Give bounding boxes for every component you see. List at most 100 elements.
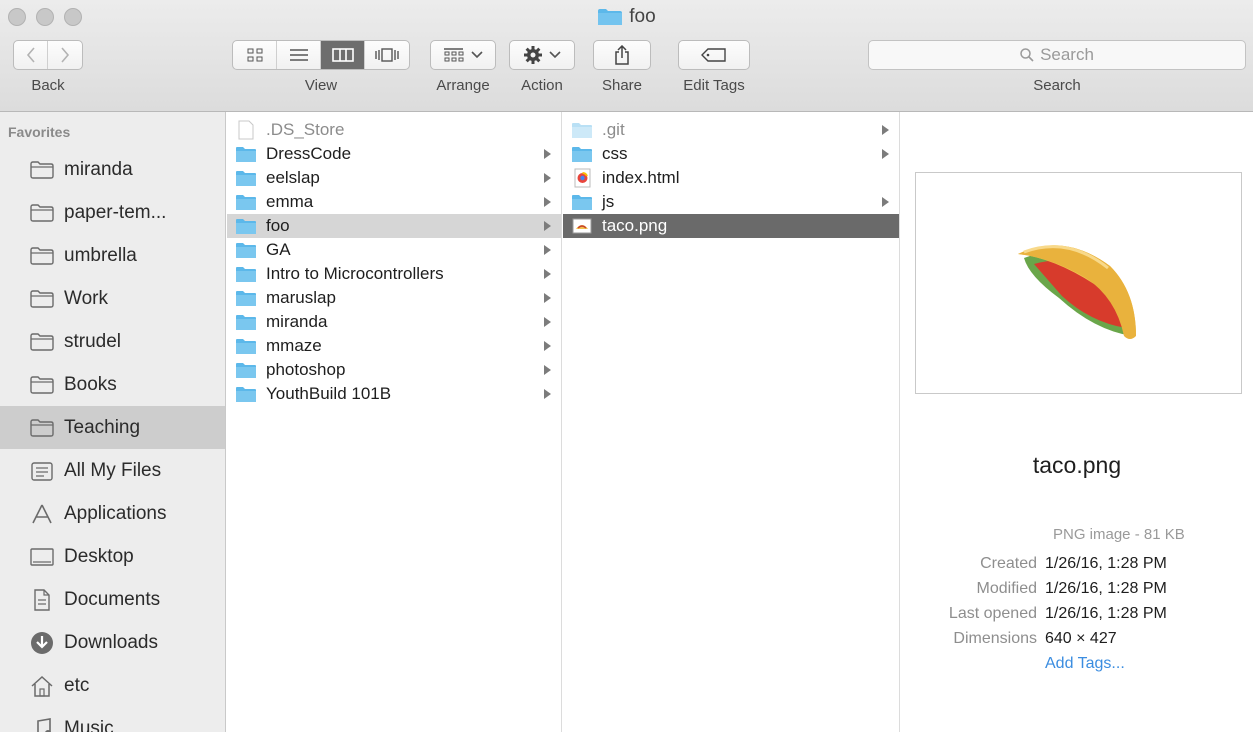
file-name: emma bbox=[266, 192, 314, 211]
file-row[interactable]: Intro to Microcontrollers bbox=[227, 262, 561, 286]
metadata-value: 1/26/16, 1:28 PM bbox=[1045, 604, 1167, 622]
add-tags-link[interactable]: Add Tags... bbox=[1045, 655, 1125, 673]
sidebar-item-strudel[interactable]: strudel bbox=[0, 320, 225, 363]
sidebar-heading-favorites: Favorites bbox=[8, 124, 71, 140]
share-button[interactable] bbox=[594, 41, 650, 69]
applications-icon bbox=[30, 503, 54, 525]
metadata-row: Last opened 1/26/16, 1:28 PM bbox=[901, 601, 1253, 626]
disclosure-arrow-icon bbox=[544, 341, 551, 351]
share-label: Share bbox=[601, 77, 643, 94]
sidebar-item-umbrella[interactable]: umbrella bbox=[0, 234, 225, 277]
file-name: Intro to Microcontrollers bbox=[266, 264, 444, 283]
html-file-icon bbox=[571, 168, 593, 188]
file-row[interactable]: miranda bbox=[227, 310, 561, 334]
file-row[interactable]: YouthBuild 101B bbox=[227, 382, 561, 406]
sidebar-item-label: Desktop bbox=[64, 545, 134, 567]
arrange-group: Arrange bbox=[430, 40, 496, 94]
cover-flow-view-button[interactable] bbox=[365, 41, 409, 69]
sidebar-item-downloads[interactable]: Downloads bbox=[0, 621, 225, 664]
file-row[interactable]: GA bbox=[227, 238, 561, 262]
arrange-control bbox=[430, 40, 496, 70]
disclosure-arrow-icon bbox=[544, 317, 551, 327]
file-row[interactable]: photoshop bbox=[227, 358, 561, 382]
sidebar-item-label: Documents bbox=[64, 588, 161, 610]
folder-icon bbox=[30, 160, 54, 179]
forward-button[interactable] bbox=[48, 41, 82, 69]
column-view-button[interactable] bbox=[321, 41, 365, 69]
file-name: js bbox=[602, 192, 615, 211]
sidebar-item-documents[interactable]: Documents bbox=[0, 578, 225, 621]
window-title: foo bbox=[0, 6, 1253, 28]
file-row[interactable]: js bbox=[563, 190, 899, 214]
arrange-button[interactable] bbox=[431, 41, 495, 69]
sidebar-item-work[interactable]: Work bbox=[0, 277, 225, 320]
search-group: Search Search bbox=[868, 40, 1246, 94]
file-row[interactable]: maruslap bbox=[227, 286, 561, 310]
back-button[interactable] bbox=[14, 41, 48, 69]
search-field[interactable]: Search bbox=[868, 40, 1246, 70]
disclosure-arrow-icon bbox=[544, 269, 551, 279]
file-row[interactable]: mmaze bbox=[227, 334, 561, 358]
sidebar-item-paper-tem[interactable]: paper-tem... bbox=[0, 191, 225, 234]
sidebar-item-label: Applications bbox=[64, 502, 167, 524]
folder-icon bbox=[571, 146, 593, 163]
disclosure-arrow-icon bbox=[544, 389, 551, 399]
chevron-left-icon bbox=[26, 47, 35, 63]
disclosure-arrow-icon bbox=[544, 293, 551, 303]
file-row[interactable]: .DS_Store bbox=[227, 118, 561, 142]
music-icon bbox=[30, 717, 54, 732]
sidebar-item-etc[interactable]: etc bbox=[0, 664, 225, 707]
sidebar: Favorites miranda paper-tem... umbrella Wor… bbox=[0, 112, 226, 732]
file-row[interactable]: taco.png bbox=[563, 214, 899, 238]
folder-icon bbox=[30, 375, 54, 394]
folder-icon bbox=[235, 146, 257, 163]
file-row[interactable]: foo bbox=[227, 214, 561, 238]
disclosure-arrow-icon bbox=[544, 197, 551, 207]
sidebar-item-teaching[interactable]: Teaching bbox=[0, 406, 225, 449]
sidebar-item-applications[interactable]: Applications bbox=[0, 492, 225, 535]
file-row[interactable]: DressCode bbox=[227, 142, 561, 166]
disclosure-arrow-icon bbox=[544, 365, 551, 375]
sidebar-item-label: Books bbox=[64, 373, 117, 395]
sidebar-item-miranda[interactable]: miranda bbox=[0, 148, 225, 191]
documents-icon bbox=[30, 588, 54, 612]
folder-icon bbox=[30, 203, 54, 222]
icon-view-button[interactable] bbox=[233, 41, 277, 69]
sidebar-item-music[interactable]: Music bbox=[0, 707, 225, 732]
disclosure-arrow-icon bbox=[544, 149, 551, 159]
column-foo: .git css index.html js taco.png bbox=[563, 112, 900, 732]
metadata-row: Created 1/26/16, 1:28 PM bbox=[901, 551, 1253, 576]
preview-metadata: Created 1/26/16, 1:28 PM Modified 1/26/16, … bbox=[901, 551, 1253, 676]
sidebar-item-label: etc bbox=[64, 674, 90, 696]
folder-icon bbox=[235, 338, 257, 355]
chevron-down-icon bbox=[471, 51, 483, 59]
file-row[interactable]: emma bbox=[227, 190, 561, 214]
folder-icon bbox=[235, 386, 257, 403]
list-view-button[interactable] bbox=[277, 41, 321, 69]
metadata-row: Add Tags... bbox=[901, 651, 1253, 676]
folder-icon bbox=[235, 170, 257, 187]
arrange-label: Arrange bbox=[436, 77, 490, 94]
folder-icon bbox=[30, 418, 54, 437]
file-name: css bbox=[602, 144, 628, 163]
file-row[interactable]: eelslap bbox=[227, 166, 561, 190]
file-row[interactable]: index.html bbox=[563, 166, 899, 190]
sidebar-item-label: Downloads bbox=[64, 631, 158, 653]
metadata-key: Modified bbox=[976, 579, 1037, 597]
action-control bbox=[509, 40, 575, 70]
action-button[interactable] bbox=[510, 41, 574, 69]
file-row[interactable]: css bbox=[563, 142, 899, 166]
file-icon bbox=[235, 120, 257, 140]
edit-tags-button[interactable] bbox=[679, 41, 749, 69]
sidebar-item-desktop[interactable]: Desktop bbox=[0, 535, 225, 578]
disclosure-arrow-icon bbox=[882, 125, 889, 135]
folder-icon bbox=[235, 242, 257, 259]
disclosure-arrow-icon bbox=[544, 173, 551, 183]
icon-view-icon bbox=[247, 48, 262, 62]
sidebar-item-books[interactable]: Books bbox=[0, 363, 225, 406]
metadata-row: Dimensions 640 × 427 bbox=[901, 626, 1253, 651]
sidebar-item-all-my-files[interactable]: All My Files bbox=[0, 449, 225, 492]
file-row[interactable]: .git bbox=[563, 118, 899, 142]
folder-icon bbox=[598, 9, 623, 25]
back-forward-buttons bbox=[13, 40, 83, 70]
